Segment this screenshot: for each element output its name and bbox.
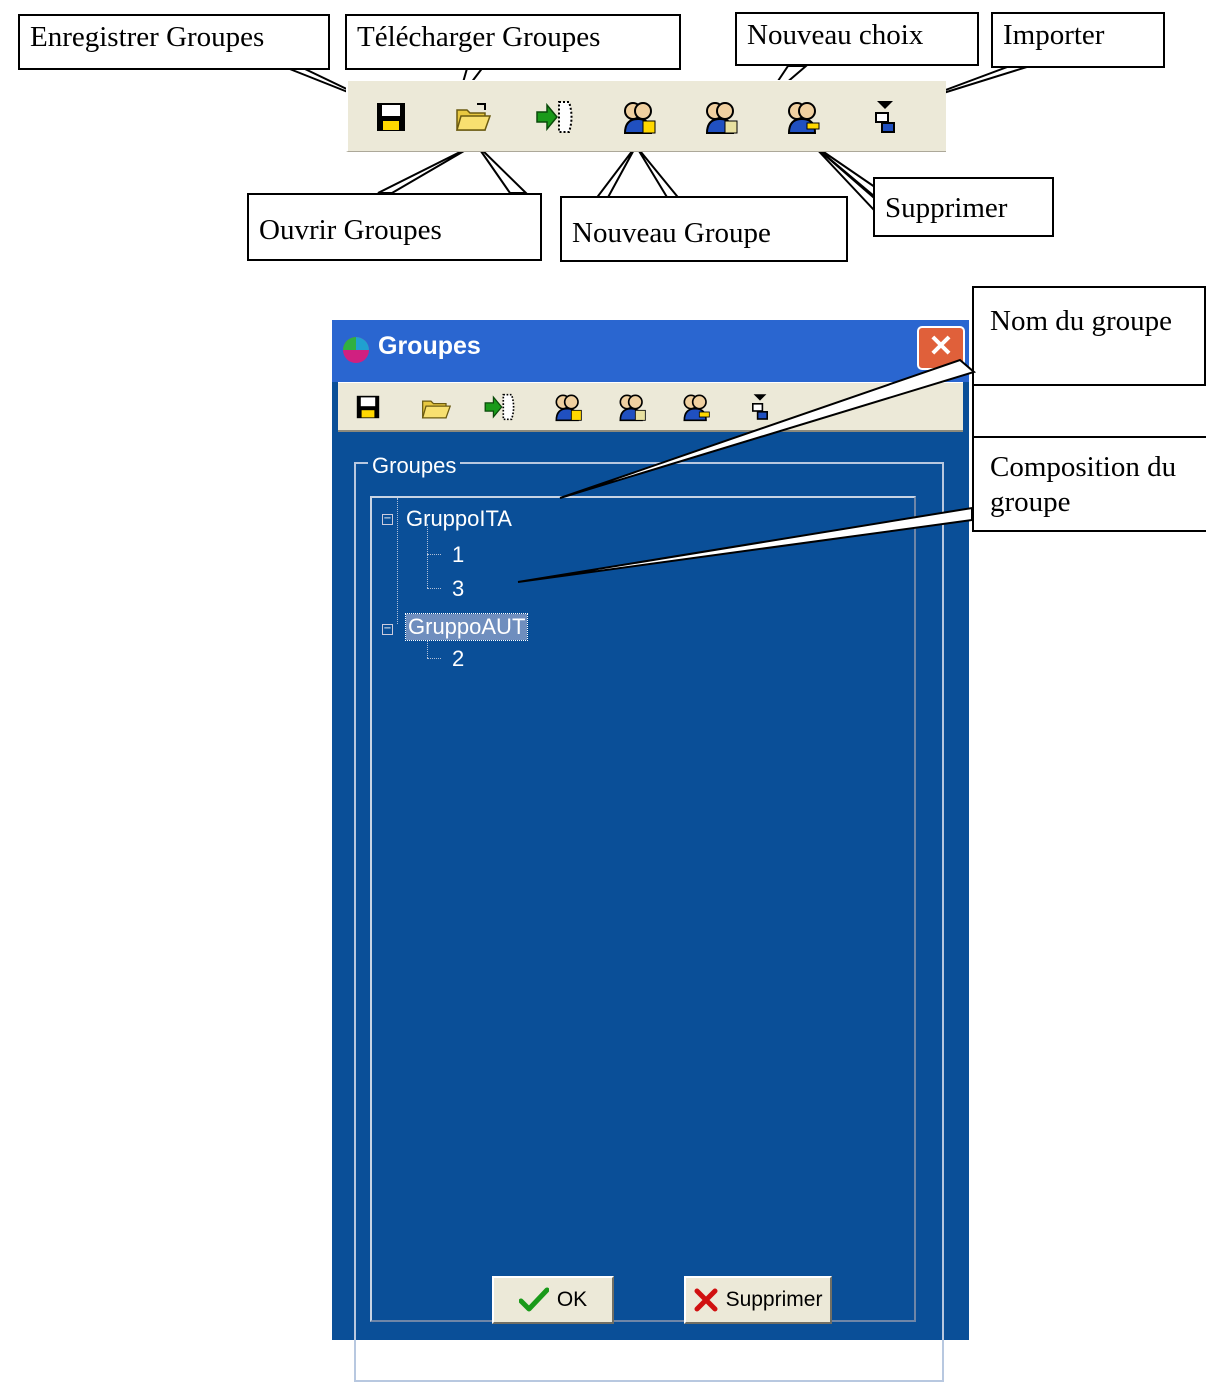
dialog-download-button[interactable] [478,385,522,429]
callout-download-groups: Télécharger Groupes [345,14,681,70]
callout-new-group: Nouveau Groupe [560,196,848,262]
tree-node-member[interactable]: 2 [452,646,464,672]
delete-group-icon [787,102,820,134]
callout-empty-box [972,384,1206,438]
tree-node-group[interactable]: GruppoITA [406,506,512,532]
delete-group-icon [683,394,710,422]
checkmark-icon [518,1287,549,1312]
title-bar: Groupes ✕ [332,320,969,382]
close-button[interactable]: ✕ [917,326,965,370]
toolbar-preview [346,80,946,152]
import-icon [875,101,895,133]
open-button[interactable] [450,94,496,140]
callout-new-group-text: Nouveau Groupe [572,217,771,249]
ok-button[interactable]: OK [492,1276,614,1324]
download-arrow-icon [484,393,515,421]
groups-groupbox-label: Groupes [368,453,461,479]
import-icon [752,394,768,420]
dialog-toolbar [338,382,963,432]
import-button[interactable] [862,94,908,140]
new-group-icon [623,102,656,134]
tree-node-group-selected[interactable]: GruppoAUT [404,613,529,641]
dialog-new-group-button[interactable] [546,385,590,429]
tree-node-member[interactable]: 1 [452,542,464,568]
save-icon [377,103,405,131]
dialog-import-button[interactable] [740,385,780,429]
callout-save-groups-text: Enregistrer Groupes [30,21,265,53]
dialog-new-choice-button[interactable] [610,385,654,429]
ok-button-label: OK [556,1288,588,1311]
new-choice-icon [619,394,646,422]
groups-dialog: Groupes ✕ Groupes − GruppoITA 1 3 − Grup… [332,320,969,1382]
save-icon [356,395,380,419]
callout-delete-text: Supprimer [885,192,1008,224]
download-button[interactable] [532,94,578,140]
tree-node-member[interactable]: 3 [452,576,464,602]
callout-group-name: Nom du groupe [972,286,1206,386]
download-arrow-icon [536,101,573,133]
callout-open-groups-text: Ouvrir Groupes [259,214,442,246]
collapse-toggle-icon[interactable]: − [382,624,393,635]
delete-button[interactable]: Supprimer [684,1276,832,1324]
callout-save-groups: Enregistrer Groupes [18,14,330,70]
tree-connector [427,588,441,589]
callout-group-composition: Composition du groupe [972,436,1206,532]
tree-connector [427,524,428,588]
new-choice-icon [705,102,738,134]
save-button[interactable] [368,94,414,140]
groups-tree[interactable]: − GruppoITA 1 3 − GruppoAUT 2 [370,496,916,1322]
collapse-toggle-icon[interactable]: − [382,514,393,525]
callout-group-name-text: Nom du groupe [990,305,1173,337]
callout-open-groups: Ouvrir Groupes [247,193,542,261]
callout-group-composition-text: Composition du groupe [990,451,1177,518]
callout-download-groups-text: Télécharger Groupes [357,21,601,53]
delete-button-label: Supprimer [725,1288,823,1311]
open-folder-icon [421,400,451,419]
tree-connector [427,658,441,659]
red-x-icon [694,1288,718,1312]
callout-import-text: Importer [1003,19,1105,51]
callout-delete: Supprimer [873,177,1054,237]
dialog-save-button[interactable] [348,385,388,429]
new-choice-button[interactable] [698,94,744,140]
new-group-icon [555,394,582,422]
callout-new-choice: Nouveau choix [735,12,979,66]
new-group-button[interactable] [616,94,662,140]
delete-group-button[interactable] [780,94,826,140]
dialog-delete-group-button[interactable] [674,385,718,429]
open-folder-icon [456,103,491,131]
callout-new-choice-text: Nouveau choix [747,19,924,51]
dialog-open-button[interactable] [416,385,456,429]
app-logo-icon [343,337,369,363]
tree-connector [427,554,441,555]
window-title: Groupes [378,332,481,360]
tree-connector [397,498,398,624]
callout-import: Importer [991,12,1165,68]
